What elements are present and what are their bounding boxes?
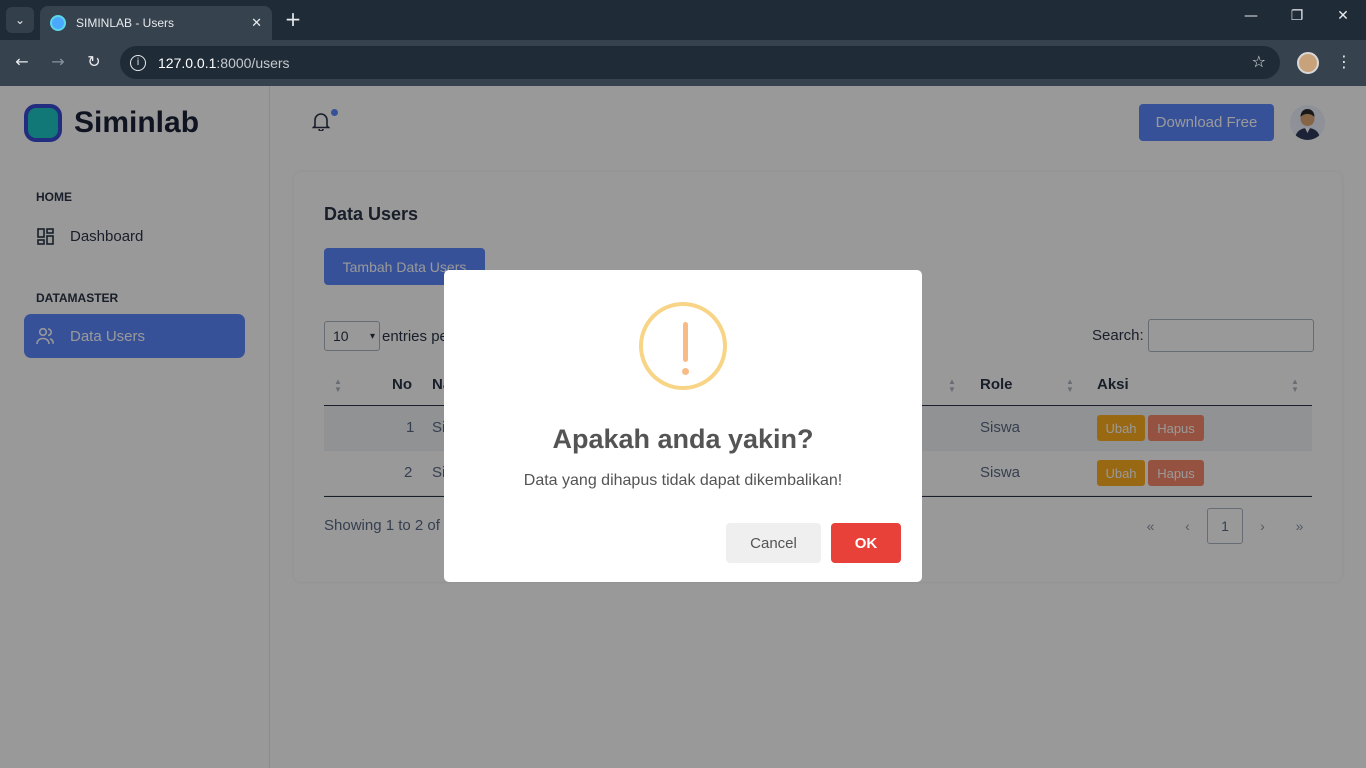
browser-tab[interactable]: SIMINLAB - Users ✕ bbox=[40, 6, 272, 40]
forward-icon[interactable]: → bbox=[46, 52, 70, 71]
url-host: 127.0.0.1 bbox=[158, 54, 217, 71]
new-tab-button[interactable]: + bbox=[282, 7, 304, 31]
tab-search-button[interactable]: ⌄ bbox=[6, 7, 34, 33]
warning-icon bbox=[639, 302, 727, 390]
favicon-icon bbox=[50, 15, 66, 31]
dialog-title: Apakah anda yakin? bbox=[552, 424, 814, 454]
address-bar: ← → ↻ i 127.0.0.1:8000/users ☆ bbox=[0, 40, 1366, 86]
url-field[interactable]: i 127.0.0.1:8000/users ☆ bbox=[120, 46, 1280, 79]
restore-icon[interactable]: ❐ bbox=[1285, 8, 1309, 24]
profile-avatar[interactable] bbox=[1297, 52, 1319, 74]
browser-tabbar: ⌄ SIMINLAB - Users ✕ + — ❐ ✕ bbox=[0, 0, 1366, 40]
confirm-dialog: Apakah anda yakin? Data yang dihapus tid… bbox=[444, 270, 922, 582]
url-text: 127.0.0.1:8000/users bbox=[158, 55, 290, 71]
tab-close-icon[interactable]: ✕ bbox=[251, 16, 262, 31]
ok-button[interactable]: OK bbox=[831, 523, 901, 563]
site-info-icon[interactable]: i bbox=[130, 54, 146, 71]
more-menu-icon[interactable]: ⋮ bbox=[1336, 52, 1352, 71]
url-path: :8000/users bbox=[216, 54, 290, 71]
dialog-message: Data yang dihapus tidak dapat dikembalik… bbox=[523, 472, 843, 489]
reload-icon[interactable]: ↻ bbox=[82, 52, 106, 71]
bookmark-star-icon[interactable]: ☆ bbox=[1252, 52, 1266, 71]
minimize-icon[interactable]: — bbox=[1239, 8, 1263, 24]
tab-title: SIMINLAB - Users bbox=[76, 16, 175, 30]
window-close-icon[interactable]: ✕ bbox=[1331, 8, 1355, 24]
cancel-button[interactable]: Cancel bbox=[726, 523, 821, 563]
back-icon[interactable]: ← bbox=[10, 52, 34, 71]
